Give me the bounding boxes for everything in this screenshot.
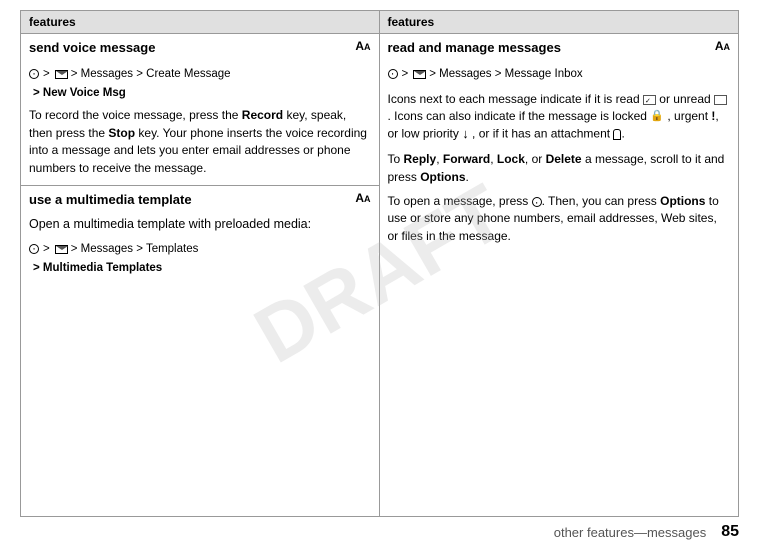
low-priority-icon: ↓ — [462, 126, 469, 141]
arrow-3: > — [402, 66, 409, 83]
options-label-2: Options — [660, 194, 705, 208]
messages-icon-1 — [55, 70, 68, 79]
options-label-1: Options — [420, 170, 465, 184]
nav-bullet-3: · — [388, 69, 398, 79]
delete-label: Delete — [546, 152, 582, 166]
bottom-label: other features—messages — [554, 525, 706, 540]
page: DRAFT features send voice message AA — [0, 0, 759, 547]
send-voice-title: send voice message AA — [21, 34, 379, 59]
unread-icon — [714, 95, 727, 105]
accessibility-icon-2: AA — [355, 192, 370, 204]
nav-line-5: · > > Messages > Message Inbox — [388, 63, 731, 85]
multimedia-intro: Open a multimedia template with preloade… — [29, 215, 371, 233]
attachment-icon — [613, 129, 621, 140]
multimedia-template-section: use a multimedia template AA Open a mult… — [21, 186, 379, 284]
page-number: 85 — [721, 523, 739, 541]
arrow-2: > — [43, 241, 50, 258]
multimedia-label: use a multimedia template — [29, 192, 192, 207]
read-manage-title: read and manage messages AA — [380, 34, 739, 59]
right-features-header: features — [380, 11, 739, 34]
send-voice-content: · > > Messages > Create Message > New Vo… — [21, 59, 379, 185]
record-key: Record — [242, 108, 283, 122]
left-features-header: features — [21, 11, 379, 34]
nav-bullet-4: · — [532, 197, 542, 207]
stop-key: Stop — [108, 126, 135, 140]
accessibility-icon-3: AA — [715, 40, 730, 52]
reply-para: To Reply, Forward, Lock, or Delete a mes… — [388, 151, 731, 186]
lock-label: Lock — [497, 152, 525, 166]
read-manage-label: read and manage messages — [388, 40, 561, 55]
nav-bullet-1: · — [29, 69, 39, 79]
arrow-1: > — [43, 66, 50, 83]
nav-line-4: > Multimedia Templates — [29, 260, 371, 277]
bottom-bar: other features—messages 85 — [0, 517, 759, 547]
send-voice-section: send voice message AA · > > Messages > C… — [21, 34, 379, 186]
send-voice-body: To record the voice message, press the R… — [29, 107, 371, 177]
nav-line-3: · > > Messages > Templates — [29, 238, 371, 260]
read-manage-content: · > > Messages > Message Inbox Icons nex… — [380, 59, 739, 253]
icons-para: Icons next to each message indicate if i… — [388, 91, 731, 145]
nav-path-3: > Messages > Templates — [71, 241, 199, 258]
multimedia-title: use a multimedia template AA — [21, 186, 379, 211]
main-content: features send voice message AA · > — [20, 10, 739, 517]
open-para: To open a message, press ·. Then, you ca… — [388, 193, 731, 245]
read-icon: ✓ — [643, 95, 656, 105]
accessibility-icon-1: AA — [355, 40, 370, 52]
messages-icon-3 — [413, 70, 426, 79]
urgent-label: ! — [711, 109, 715, 123]
send-voice-label: send voice message — [29, 40, 155, 55]
reply-label: Reply — [404, 152, 437, 166]
read-manage-section: read and manage messages AA · > > Messag… — [380, 34, 739, 253]
left-column: features send voice message AA · > — [21, 11, 380, 516]
nav-line-2: > New Voice Msg — [29, 85, 371, 102]
nav-path-1: > Messages > Create Message — [71, 66, 231, 83]
nav-line-1: · > > Messages > Create Message — [29, 63, 371, 85]
nav-path-5: > Messages > Message Inbox — [429, 66, 582, 83]
forward-label: Forward — [443, 152, 490, 166]
nav-bullet-2: · — [29, 244, 39, 254]
multimedia-content: Open a multimedia template with preloade… — [21, 211, 379, 284]
lock-icon: 🔒 — [650, 109, 664, 125]
messages-icon-2 — [55, 245, 68, 254]
right-column: features read and manage messages AA · > — [380, 11, 739, 516]
